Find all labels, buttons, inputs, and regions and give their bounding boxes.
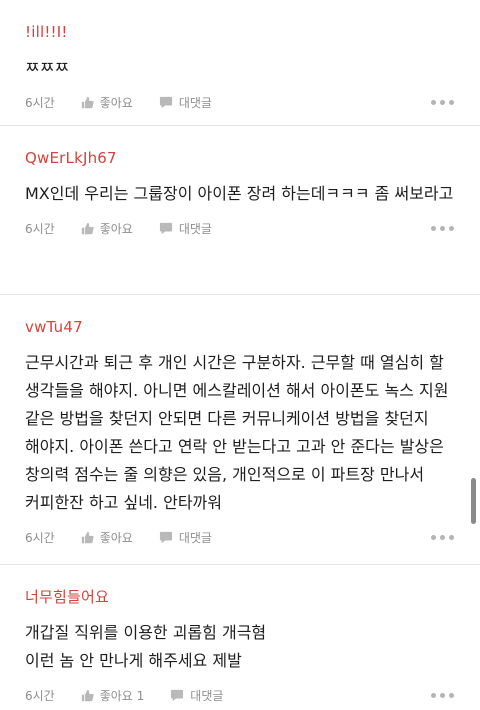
comment-body-line: 개갑질 직위를 이용한 괴롭힘 개극혐 bbox=[25, 623, 267, 642]
comment-feed: !ill!!I! ㅉㅉㅉ 6시간 좋아요 대댓글 QwErLkJh67 MX인데… bbox=[0, 0, 480, 710]
scrollbar-thumb[interactable] bbox=[471, 478, 476, 524]
comment-meta: 6시간 좋아요 대댓글 bbox=[25, 92, 456, 112]
reply-button[interactable]: 대댓글 bbox=[170, 687, 223, 704]
comment-item: QwErLkJh67 MX인데 우리는 그룹장이 아이폰 장려 하는데ㅋㅋㅋ 좀… bbox=[0, 125, 480, 294]
comment-item: vwTu47 근무시간과 퇴근 후 개인 시간은 구분하자. 근무할 때 열심히… bbox=[0, 294, 480, 564]
comment-body-line: 이런 놈 안 만나게 해주세요 제발 bbox=[25, 651, 242, 670]
speech-bubble-icon bbox=[159, 96, 172, 108]
thumbs-up-icon bbox=[81, 222, 94, 234]
comment-meta: 6시간 좋아요 1 대댓글 bbox=[25, 685, 456, 705]
thumbs-up-icon bbox=[81, 689, 94, 701]
comment-username[interactable]: !ill!!I! bbox=[25, 0, 456, 42]
comment-username[interactable]: QwErLkJh67 bbox=[25, 126, 456, 168]
comment-time: 6시간 bbox=[25, 95, 55, 110]
reply-button[interactable]: 대댓글 bbox=[159, 529, 212, 546]
more-options-button[interactable] bbox=[431, 99, 454, 105]
reply-label: 대댓글 bbox=[190, 688, 224, 703]
speech-bubble-icon bbox=[159, 222, 172, 234]
reply-label: 대댓글 bbox=[178, 221, 212, 236]
comment-username[interactable]: vwTu47 bbox=[25, 295, 456, 337]
comment-username[interactable]: 너무힘들어요 bbox=[25, 565, 456, 607]
comment-time: 6시간 bbox=[25, 221, 55, 236]
comment-body: MX인데 우리는 그룹장이 아이폰 장려 하는데ㅋㅋㅋ 좀 써보라고 bbox=[25, 184, 454, 203]
like-button[interactable]: 좋아요 bbox=[81, 529, 133, 546]
more-dots-icon bbox=[431, 692, 436, 698]
comment-body: 근무시간과 퇴근 후 개인 시간은 구분하자. 근무할 때 열심히 할 생각들을… bbox=[25, 353, 449, 512]
comment-time: 6시간 bbox=[25, 530, 55, 545]
reply-label: 대댓글 bbox=[178, 530, 212, 545]
more-options-button[interactable] bbox=[431, 534, 454, 540]
speech-bubble-icon bbox=[171, 689, 184, 701]
speech-bubble-icon bbox=[159, 531, 172, 543]
more-dots-icon bbox=[431, 225, 436, 231]
comment-time: 6시간 bbox=[25, 688, 55, 703]
comment-meta: 6시간 좋아요 대댓글 bbox=[25, 218, 456, 238]
comment-item: !ill!!I! ㅉㅉㅉ 6시간 좋아요 대댓글 bbox=[0, 0, 480, 125]
more-dots-icon bbox=[431, 99, 436, 105]
comment-body: 개갑질 직위를 이용한 괴롭힘 개극혐 이런 놈 안 만나게 해주세요 제발 bbox=[25, 619, 456, 675]
thumbs-up-icon bbox=[81, 531, 94, 543]
comment-item: 너무힘들어요 개갑질 직위를 이용한 괴롭힘 개극혐 이런 놈 안 만나게 해주… bbox=[0, 564, 480, 710]
like-button[interactable]: 좋아요 bbox=[81, 94, 133, 111]
reply-button[interactable]: 대댓글 bbox=[159, 220, 212, 237]
thumbs-up-icon bbox=[81, 96, 94, 108]
like-label: 좋아요 bbox=[99, 530, 133, 545]
comment-body: ㅉㅉㅉ bbox=[25, 58, 70, 77]
comment-meta: 6시간 좋아요 대댓글 bbox=[25, 527, 456, 547]
more-options-button[interactable] bbox=[431, 225, 454, 231]
like-button[interactable]: 좋아요 bbox=[81, 220, 133, 237]
reply-button[interactable]: 대댓글 bbox=[159, 94, 212, 111]
like-button[interactable]: 좋아요 1 bbox=[81, 687, 145, 704]
more-dots-icon bbox=[431, 534, 436, 540]
like-label: 좋아요 bbox=[99, 95, 133, 110]
like-label: 좋아요 bbox=[99, 221, 133, 236]
reply-label: 대댓글 bbox=[178, 95, 212, 110]
like-label: 좋아요 1 bbox=[99, 688, 145, 703]
more-options-button[interactable] bbox=[431, 692, 454, 698]
